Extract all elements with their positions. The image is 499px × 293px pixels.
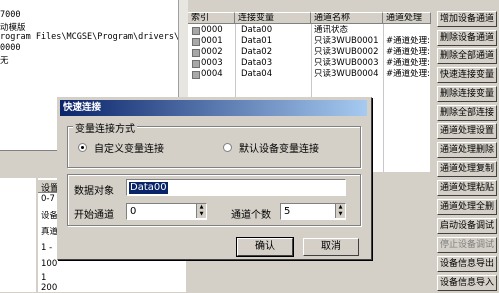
property-row: 0-7: [41, 194, 55, 204]
group-label: 变量连接方式: [73, 120, 137, 135]
dialog-title[interactable]: 快速连接: [60, 100, 367, 116]
cell-var: Data00: [241, 25, 273, 35]
column-header[interactable]: 连接变量: [235, 12, 311, 24]
quick-connect-dialog: 快速连接 变量连接方式 自定义变量连接 默认设备变量连接 数据对象 Data00…: [57, 97, 372, 260]
start-debug-button[interactable]: 启动设备调试: [437, 218, 497, 234]
channel-proc-copy-button[interactable]: 通道处理复制: [437, 161, 497, 177]
property-row: 真道: [41, 227, 59, 237]
delete-all-connect-button[interactable]: 删除全部连接: [437, 105, 497, 121]
delete-connect-button[interactable]: 删除连接变量: [437, 86, 497, 102]
default-connect-label[interactable]: 默认设备变量连接: [239, 140, 319, 155]
cell-proc: #通道处理:: [386, 69, 430, 79]
channel-proc-clear-button[interactable]: 通道处理全删: [437, 199, 497, 215]
spin-up-icon[interactable]: ▲: [197, 204, 206, 211]
row-icon: [192, 38, 200, 46]
cell-var: Data04: [241, 69, 273, 79]
stop-debug-button[interactable]: 停止设备调试: [437, 237, 497, 253]
import-device-info-button[interactable]: 设备信息导入: [437, 275, 497, 291]
channel-count-label: 通道个数: [231, 210, 271, 221]
cell-proc: #通道处理:: [386, 36, 430, 46]
quick-connect-button[interactable]: 快速连接变量: [437, 67, 497, 83]
cell-var: Data03: [241, 58, 273, 68]
column-header[interactable]: 索引: [188, 12, 235, 24]
cell-proc: #通道处理:: [386, 47, 430, 57]
column-header[interactable]: 通道名称: [311, 12, 383, 24]
channel-proc-paste-button[interactable]: 通道处理粘贴: [437, 180, 497, 196]
start-channel-stepper[interactable]: 0 ▲ ▼: [126, 203, 207, 220]
start-channel-spin[interactable]: ▲ ▼: [196, 204, 206, 218]
custom-connect-label[interactable]: 自定义变量连接: [94, 140, 164, 155]
cell-var: Data02: [241, 47, 273, 57]
data-object-label: 数据对象: [74, 186, 114, 197]
cell-name: 只读3WUB0002: [314, 47, 379, 57]
channel-count-spin[interactable]: ▲ ▼: [335, 204, 345, 218]
channel-proc-set-button[interactable]: 通道处理设置: [437, 123, 497, 139]
info-line: rogram Files\MCGSE\Program\drivers\p: [0, 32, 185, 42]
info-line: 0000: [0, 43, 21, 53]
cell-var: Data01: [241, 36, 273, 46]
delete-all-channels-button[interactable]: 删除全部通道: [437, 48, 497, 64]
cell-name: 只读3WUB0003: [314, 58, 379, 68]
ok-button[interactable]: 确认: [236, 237, 294, 257]
default-connect-radio[interactable]: [223, 143, 232, 152]
spin-down-icon[interactable]: ▼: [197, 211, 206, 218]
cell-index: 0001: [201, 36, 223, 46]
cell-name: 只读3WUB0001: [314, 36, 379, 46]
data-object-field[interactable]: Data00: [126, 179, 346, 196]
spin-down-icon[interactable]: ▼: [336, 211, 345, 218]
row-icon: [192, 71, 200, 79]
spin-up-icon[interactable]: ▲: [336, 204, 345, 211]
cell-index: 0000: [201, 25, 223, 35]
property-row: 100: [41, 259, 58, 269]
row-icon: [192, 60, 200, 68]
info-line: 无: [0, 56, 9, 66]
property-row: 设备: [41, 211, 59, 221]
cell-name: 只读3WUB0004: [314, 69, 379, 79]
cell-index: 0002: [201, 47, 223, 57]
cell-name: 通讯状态: [314, 25, 349, 35]
property-row: 1: [41, 273, 47, 283]
column-header[interactable]: 通道处理: [383, 12, 431, 24]
start-channel-value: 0: [130, 206, 137, 217]
cell-index: 0004: [201, 69, 223, 79]
channel-proc-delete-button[interactable]: 通道处理删除: [437, 142, 497, 158]
info-line: 7000: [0, 10, 21, 20]
delete-channel-button[interactable]: 删除设备通道: [437, 30, 497, 46]
table-top-strip: [188, 0, 433, 12]
cell-proc: #通道处理:: [386, 58, 430, 68]
grid-line: [383, 24, 384, 172]
channel-count-value: 5: [284, 206, 291, 217]
custom-connect-radio[interactable]: [78, 143, 87, 152]
lower-left-pane: [0, 178, 36, 292]
export-device-info-button[interactable]: 设备信息导出: [437, 256, 497, 272]
cancel-button[interactable]: 取消: [303, 238, 359, 256]
row-icon: [192, 27, 200, 35]
property-row: 1 -: [41, 243, 53, 253]
row-icon: [192, 49, 200, 57]
channel-count-stepper[interactable]: 5 ▲ ▼: [280, 203, 346, 220]
add-channel-button[interactable]: 增加设备通道: [437, 11, 497, 27]
data-object-value: Data00: [129, 182, 168, 194]
start-channel-label: 开始通道: [74, 210, 114, 221]
cell-index: 0003: [201, 58, 223, 68]
